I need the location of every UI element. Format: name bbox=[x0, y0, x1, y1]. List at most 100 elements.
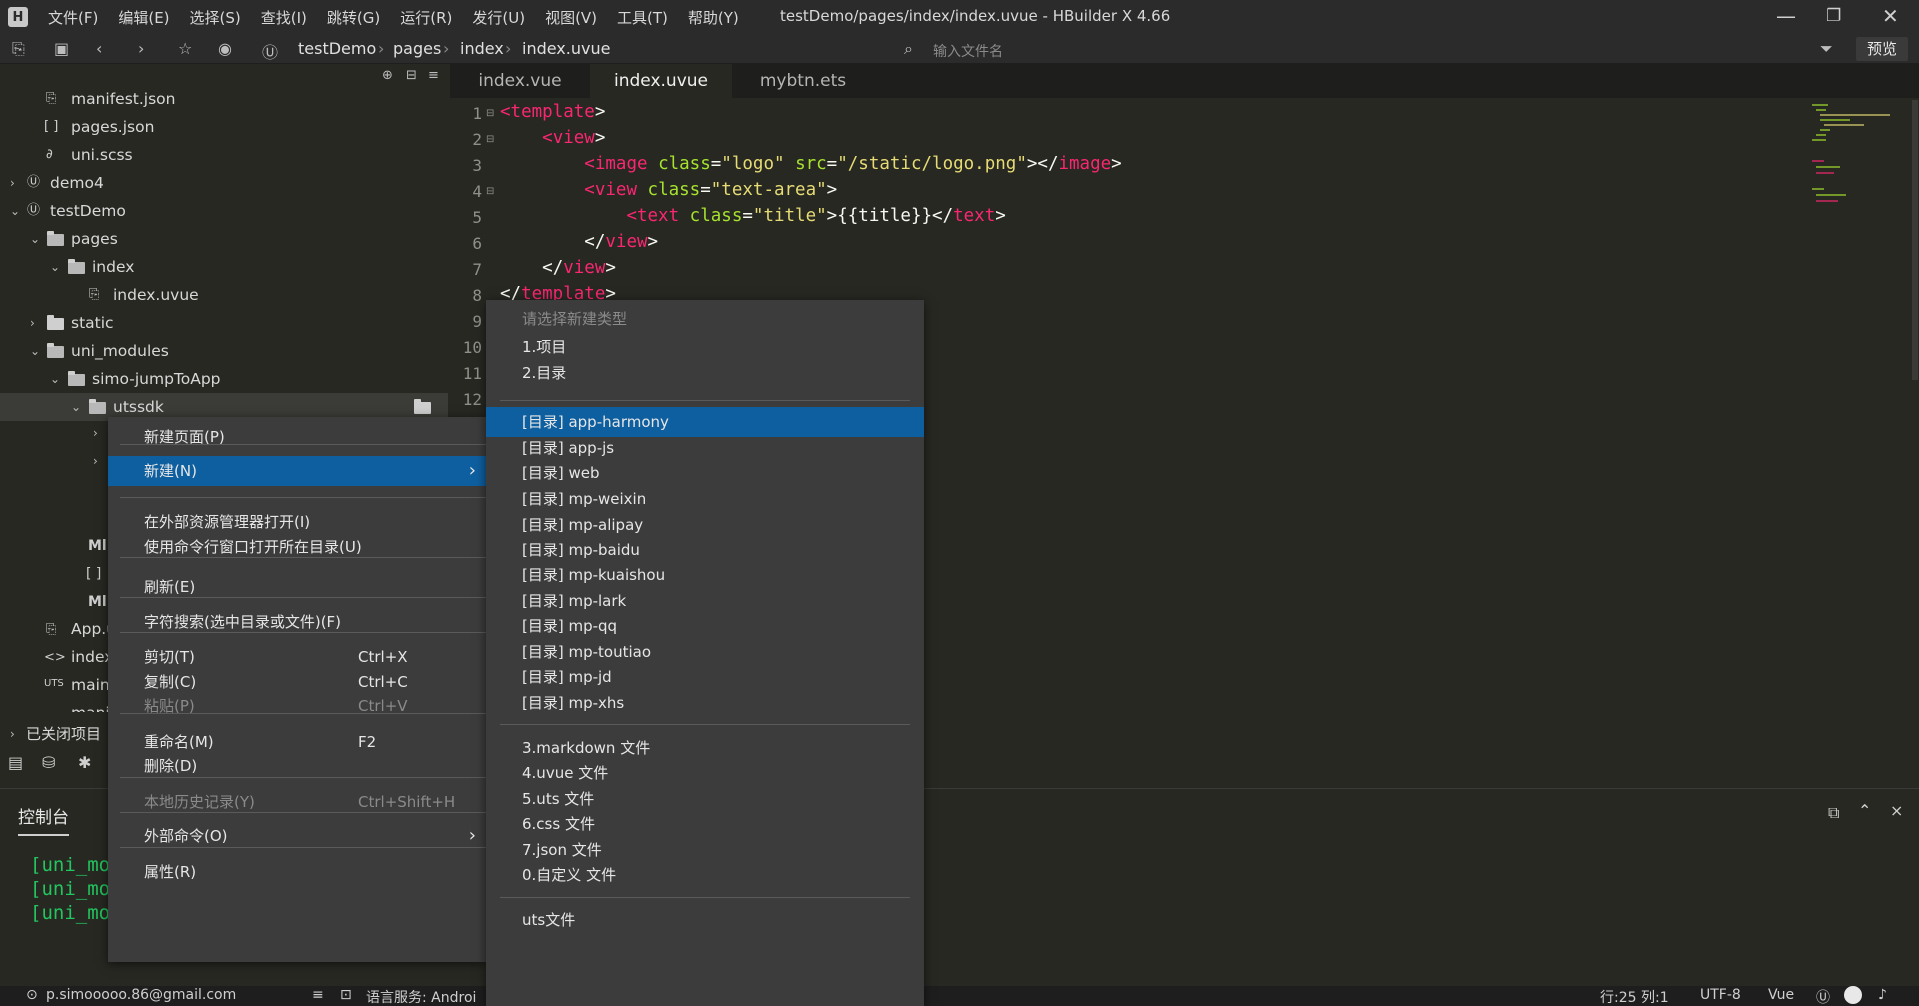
run-icon[interactable]: ◉ bbox=[218, 39, 232, 58]
code-token: text bbox=[953, 206, 996, 226]
tab-console[interactable]: 控制台 bbox=[18, 803, 69, 836]
chevron-down-icon[interactable]: ⌄ bbox=[50, 253, 60, 281]
code-token: = bbox=[710, 154, 722, 174]
tree-item-static[interactable]: › static bbox=[0, 309, 448, 337]
code-token: class bbox=[689, 206, 743, 226]
tab-index-vue[interactable]: index.vue bbox=[450, 64, 590, 98]
chevron-down-icon[interactable]: ⌄ bbox=[71, 393, 81, 421]
menu-item[interactable]: 工具(T) bbox=[617, 7, 668, 28]
notification-icon[interactable] bbox=[1844, 986, 1862, 1004]
menu-separator bbox=[120, 812, 486, 813]
code-token: = bbox=[742, 206, 753, 226]
tree-item-pages[interactable]: ⌄ pages bbox=[0, 225, 448, 253]
context-menu-label: 外部命令(O) bbox=[144, 827, 228, 845]
code-token: src bbox=[795, 154, 827, 174]
file-search-input[interactable]: 输入文件名 bbox=[933, 41, 1003, 61]
save-icon[interactable]: ▣ bbox=[54, 39, 69, 58]
breadcrumb-folder[interactable]: pages bbox=[393, 39, 441, 58]
breadcrumb-project[interactable]: testDemo bbox=[298, 39, 376, 58]
tree-item-pages-json[interactable]: [ ] pages.json bbox=[0, 113, 448, 141]
close-icon[interactable]: ⨯ bbox=[1890, 801, 1903, 820]
restore-icon[interactable]: ❐ bbox=[1826, 6, 1841, 26]
menu-item[interactable]: 跳转(G) bbox=[327, 7, 380, 28]
new-file-icon[interactable]: ⎘ bbox=[12, 39, 25, 59]
tree-item-demo4[interactable]: › Ⓤ demo4 bbox=[0, 169, 448, 197]
tab-mybtn-ets[interactable]: mybtn.ets bbox=[732, 64, 874, 98]
menu-item[interactable]: 发行(U) bbox=[472, 7, 525, 28]
submenu-item[interactable]: uts文件 bbox=[486, 905, 924, 935]
tree-item-testdemo[interactable]: ⌄ Ⓤ testDemo bbox=[0, 197, 448, 225]
fold-icon[interactable]: ⊟ bbox=[486, 134, 494, 145]
partial-tree-item[interactable]: [ ] bbox=[86, 566, 101, 582]
debug-icon[interactable]: ✱ bbox=[78, 753, 91, 772]
submenu-item[interactable]: 0.自定义 文件 bbox=[486, 860, 924, 890]
line-number: 1 bbox=[472, 104, 482, 123]
menu-item[interactable]: 选择(S) bbox=[190, 7, 241, 28]
partial-tree-item[interactable]: Ml bbox=[88, 538, 107, 554]
close-icon[interactable]: ✕ bbox=[1882, 4, 1899, 28]
partial-tree-item[interactable]: Ml bbox=[88, 594, 107, 610]
more-icon[interactable]: ≡ bbox=[428, 68, 439, 83]
tree-item-simo-jumptoapp[interactable]: ⌄ simo-jumpToApp bbox=[0, 365, 448, 393]
breadcrumb-file[interactable]: index.uvue bbox=[522, 39, 610, 58]
menu-item[interactable]: 文件(F) bbox=[48, 7, 98, 28]
code-token: > bbox=[826, 180, 838, 200]
fold-icon[interactable]: ⊟ bbox=[486, 186, 494, 197]
bell-icon[interactable]: ♪ bbox=[1878, 987, 1887, 1003]
syntax-mode[interactable]: Vue bbox=[1768, 987, 1794, 1003]
submenu-item[interactable]: [目录] mp-xhs bbox=[486, 688, 924, 718]
menu-item[interactable]: 视图(V) bbox=[545, 7, 597, 28]
chevron-down-icon[interactable]: ⌄ bbox=[50, 365, 60, 393]
breadcrumb-subfolder[interactable]: index bbox=[460, 39, 504, 58]
binoculars-icon[interactable]: ⛁ bbox=[42, 753, 55, 772]
cursor-position[interactable]: 行:25 列:1 bbox=[1600, 987, 1669, 1006]
project-icon[interactable]: Ⓤ bbox=[1816, 987, 1830, 1006]
chevron-right-icon[interactable]: › bbox=[30, 309, 35, 337]
menu-item[interactable]: 查找(I) bbox=[261, 7, 307, 28]
tree-item-index-folder[interactable]: ⌄ index bbox=[0, 253, 448, 281]
filter-icon[interactable]: ⏷ bbox=[1820, 39, 1833, 59]
editor-scrollbar[interactable] bbox=[1912, 100, 1918, 380]
context-menu-item[interactable]: 属性(R) bbox=[108, 857, 486, 887]
account-icon[interactable]: ⊙ bbox=[26, 987, 38, 1003]
collapse-icon[interactable]: ⊟ bbox=[406, 68, 417, 83]
chevron-down-icon[interactable]: ⌄ bbox=[30, 337, 40, 365]
minimap[interactable] bbox=[1812, 100, 1912, 220]
chevron-down-icon[interactable]: ⌄ bbox=[10, 197, 20, 225]
explorer-icon[interactable]: ▤ bbox=[8, 753, 23, 772]
code-line: <template> bbox=[500, 102, 605, 122]
tree-item-uni-modules[interactable]: ⌄ uni_modules bbox=[0, 337, 448, 365]
minimize-icon[interactable]: — bbox=[1776, 4, 1796, 28]
outline-icon[interactable]: ≡ bbox=[312, 987, 324, 1003]
star-icon[interactable]: ☆ bbox=[178, 39, 192, 58]
chevron-up-icon[interactable]: ⌃ bbox=[1858, 801, 1871, 820]
preview-button[interactable]: 预览 bbox=[1856, 37, 1908, 61]
menu-item[interactable]: 帮助(Y) bbox=[688, 7, 739, 28]
fold-icon[interactable]: ⊟ bbox=[486, 108, 494, 119]
chevron-right-icon[interactable]: › bbox=[93, 454, 98, 468]
chevron-right-icon[interactable]: › bbox=[10, 169, 15, 197]
tree-item-uni-scss[interactable]: ∂ uni.scss bbox=[0, 141, 448, 169]
tree-item-manifest[interactable]: ⎘ manifest.json bbox=[0, 85, 448, 113]
context-menu-label: 复制(C) bbox=[144, 673, 197, 691]
forward-icon[interactable]: › bbox=[138, 39, 144, 58]
tree-item-index-uvue[interactable]: ⎘ index.uvue bbox=[0, 281, 448, 309]
language-service[interactable]: 语言服务: Androi bbox=[366, 987, 476, 1006]
menu-item[interactable]: 编辑(E) bbox=[118, 7, 169, 28]
expand-icon[interactable]: ⧉ bbox=[1828, 803, 1839, 823]
encoding[interactable]: UTF-8 bbox=[1700, 987, 1741, 1003]
partial-tree-item[interactable]: mani bbox=[71, 704, 110, 712]
code-token: "/static/logo.png" bbox=[837, 154, 1027, 174]
tab-index-uvue[interactable]: index.uvue bbox=[590, 64, 732, 98]
chevron-down-icon[interactable]: ⌄ bbox=[30, 225, 40, 253]
submenu-item[interactable]: 2.目录 bbox=[486, 358, 924, 388]
back-icon[interactable]: ‹ bbox=[96, 39, 102, 58]
menu-item[interactable]: 运行(R) bbox=[400, 7, 452, 28]
context-menu-item[interactable]: 新建(N) › bbox=[108, 456, 486, 486]
chevron-right-icon[interactable]: › bbox=[93, 426, 98, 440]
user-account[interactable]: p.simooooo.86@gmail.com bbox=[46, 987, 236, 1003]
context-menu-item[interactable]: 新建页面(P) bbox=[108, 422, 486, 452]
chevron-right-icon[interactable]: › bbox=[10, 720, 15, 748]
locate-icon[interactable]: ⊕ bbox=[382, 68, 393, 83]
